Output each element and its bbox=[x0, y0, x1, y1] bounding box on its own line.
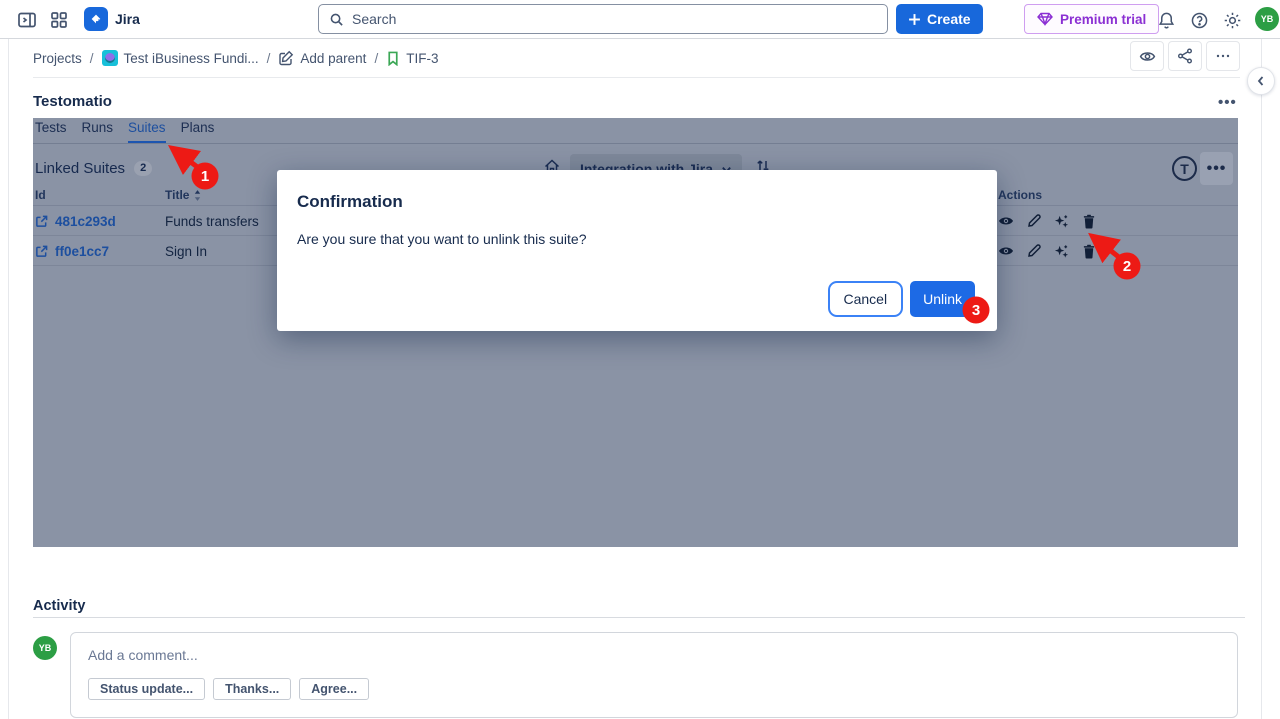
suite-title: Sign In bbox=[165, 236, 207, 266]
linked-suites-count-badge: 2 bbox=[134, 161, 152, 176]
view-eye-icon[interactable] bbox=[998, 213, 1014, 229]
sort-arrows-icon bbox=[193, 190, 202, 201]
edit-pencil-icon[interactable] bbox=[1027, 214, 1041, 228]
modal-actions: Cancel Unlink bbox=[828, 281, 976, 317]
modal-message: Are you sure that you want to unlink thi… bbox=[297, 231, 587, 247]
testomatio-logo-icon[interactable]: T bbox=[1172, 156, 1197, 181]
suite-id-link[interactable]: ff0e1cc7 bbox=[35, 236, 109, 266]
comment-placeholder: Add a comment... bbox=[88, 647, 198, 663]
premium-trial-button[interactable]: Premium trial bbox=[1024, 4, 1159, 34]
comment-box[interactable]: Add a comment... Status update... Thanks… bbox=[70, 632, 1238, 718]
quick-reply-agree[interactable]: Agree... bbox=[299, 678, 369, 700]
breadcrumb: Projects / Test iBusiness Fundi... / Add… bbox=[33, 44, 438, 72]
edit-icon bbox=[278, 50, 294, 66]
breadcrumb-issue[interactable]: TIF-3 bbox=[386, 51, 438, 66]
modal-title: Confirmation bbox=[297, 192, 403, 212]
view-eye-icon[interactable] bbox=[998, 243, 1014, 259]
help-icon[interactable] bbox=[1188, 9, 1210, 31]
column-title[interactable]: Title bbox=[165, 188, 202, 202]
quick-reply-thanks[interactable]: Thanks... bbox=[213, 678, 291, 700]
delete-trash-icon[interactable] bbox=[1082, 214, 1096, 229]
search-input[interactable]: Search bbox=[318, 4, 888, 34]
share-icon[interactable] bbox=[1168, 41, 1202, 71]
project-avatar-icon bbox=[102, 50, 118, 66]
delete-trash-icon[interactable] bbox=[1082, 244, 1096, 259]
create-button[interactable]: Create bbox=[896, 4, 983, 34]
suite-id-link[interactable]: 481c293d bbox=[35, 206, 116, 236]
row-actions bbox=[998, 206, 1096, 236]
collapse-panel-button[interactable] bbox=[1247, 67, 1275, 95]
external-link-icon bbox=[35, 215, 48, 228]
plus-icon bbox=[908, 13, 921, 26]
tab-tests[interactable]: Tests bbox=[35, 118, 67, 143]
search-icon bbox=[329, 12, 344, 27]
breadcrumb-separator: / bbox=[267, 51, 271, 66]
tab-runs[interactable]: Runs bbox=[82, 118, 114, 143]
jira-logo-icon[interactable] bbox=[84, 7, 108, 31]
user-avatar[interactable]: YB bbox=[1255, 7, 1279, 31]
notifications-bell-icon[interactable] bbox=[1155, 9, 1177, 31]
suite-title: Funds transfers bbox=[165, 206, 259, 236]
settings-gear-icon[interactable] bbox=[1221, 9, 1243, 31]
chevron-left-icon bbox=[1255, 75, 1267, 87]
column-id: Id bbox=[35, 188, 46, 202]
external-link-icon bbox=[35, 245, 48, 258]
breadcrumb-projects[interactable]: Projects bbox=[33, 51, 82, 66]
right-rail-divider bbox=[1261, 39, 1262, 719]
activity-heading: Activity bbox=[33, 598, 85, 614]
cancel-button[interactable]: Cancel bbox=[828, 281, 904, 317]
breadcrumb-separator: / bbox=[90, 51, 94, 66]
activity-divider bbox=[33, 617, 1245, 618]
breadcrumb-project[interactable]: Test iBusiness Fundi... bbox=[102, 50, 259, 66]
sidebar-toggle-icon[interactable] bbox=[16, 9, 38, 31]
breadcrumb-separator: / bbox=[374, 51, 378, 66]
tab-plans[interactable]: Plans bbox=[181, 118, 215, 143]
ai-sparkles-icon[interactable] bbox=[1054, 244, 1069, 259]
diamond-icon bbox=[1037, 12, 1053, 26]
search-placeholder: Search bbox=[352, 11, 396, 27]
app-switcher-icon[interactable] bbox=[48, 9, 70, 31]
left-rail-divider bbox=[8, 39, 9, 719]
more-actions-icon[interactable] bbox=[1206, 41, 1240, 71]
edit-pencil-icon[interactable] bbox=[1027, 244, 1041, 258]
panel-title: Testomatio bbox=[33, 93, 112, 110]
watch-eye-icon[interactable] bbox=[1130, 41, 1164, 71]
panel-tabbar: Tests Runs Suites Plans bbox=[33, 118, 1238, 144]
panel-more-icon[interactable]: ••• bbox=[1218, 94, 1237, 111]
quick-replies: Status update... Thanks... Agree... bbox=[88, 678, 369, 700]
quick-reply-status-update[interactable]: Status update... bbox=[88, 678, 205, 700]
row-actions bbox=[998, 236, 1096, 266]
tab-suites[interactable]: Suites bbox=[128, 118, 166, 143]
breadcrumb-add-parent[interactable]: Add parent bbox=[278, 50, 366, 66]
bookmark-icon bbox=[386, 51, 400, 66]
unlink-button[interactable]: Unlink bbox=[910, 281, 975, 317]
top-navigation: Jira Search Create Premium trial bbox=[0, 0, 1280, 39]
panel-menu-button[interactable]: ••• bbox=[1200, 152, 1233, 185]
comment-avatar: YB bbox=[33, 636, 57, 660]
ai-sparkles-icon[interactable] bbox=[1054, 214, 1069, 229]
linked-suites-heading: Linked Suites 2 bbox=[35, 160, 152, 177]
column-actions: Actions bbox=[998, 188, 1042, 202]
issue-actions bbox=[1130, 41, 1240, 71]
breadcrumb-divider bbox=[33, 77, 1240, 78]
app-title: Jira bbox=[115, 11, 140, 27]
confirmation-modal: Confirmation Are you sure that you want … bbox=[277, 170, 997, 331]
